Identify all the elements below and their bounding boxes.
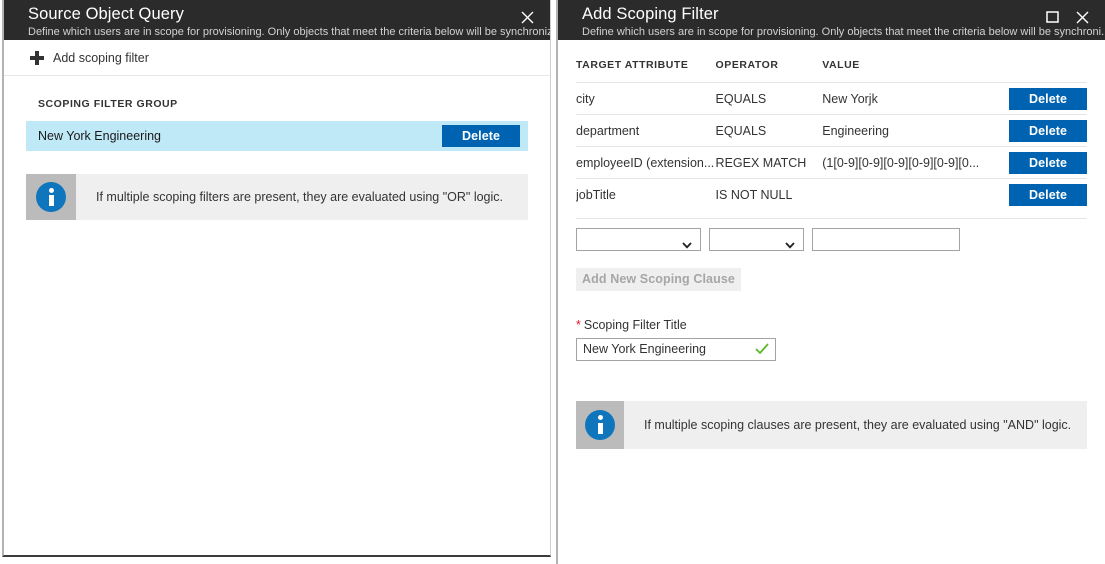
- cell-actions: Delete: [984, 147, 1087, 179]
- scoping-filter-group-caption: SCOPING FILTER GROUP: [26, 76, 528, 121]
- table-row: department EQUALS Engineering Delete: [576, 115, 1087, 147]
- table-row: employeeID (extension... REGEX MATCH (1[…: [576, 147, 1087, 179]
- add-scoping-filter-label: Add scoping filter: [53, 51, 149, 65]
- operator-select-wrap: [709, 228, 804, 251]
- add-scoping-filter-blade: Add Scoping Filter Define which users ar…: [556, 0, 1105, 564]
- scoping-filter-title-field-wrap: [576, 338, 776, 361]
- scoping-filter-group-name: New York Engineering: [38, 129, 442, 143]
- scoping-clauses-table: TARGET ATTRIBUTE OPERATOR VALUE city EQU…: [576, 40, 1087, 211]
- right-blade-header: Add Scoping Filter Define which users ar…: [558, 0, 1105, 40]
- cell-operator: REGEX MATCH: [716, 147, 823, 179]
- table-body: city EQUALS New Yorjk Delete department …: [576, 83, 1087, 211]
- add-scoping-filter-button[interactable]: Add scoping filter: [4, 40, 550, 76]
- scoping-filter-title-label: *Scoping Filter Title: [576, 318, 1087, 332]
- cell-target-attribute: jobTitle: [576, 179, 716, 211]
- close-button[interactable]: [1069, 4, 1095, 30]
- scoping-filter-title-input[interactable]: [576, 338, 776, 361]
- close-button[interactable]: [514, 4, 540, 30]
- left-blade-body: SCOPING FILTER GROUP New York Engineerin…: [4, 76, 550, 220]
- right-blade-body: TARGET ATTRIBUTE OPERATOR VALUE city EQU…: [558, 40, 1105, 449]
- table-row: jobTitle IS NOT NULL Delete: [576, 179, 1087, 211]
- left-blade-title: Source Object Query: [28, 5, 550, 24]
- cell-value: New Yorjk: [822, 83, 984, 115]
- new-clause-row: [576, 218, 1087, 251]
- info-icon-container: [576, 401, 624, 449]
- attribute-select-wrap: [576, 228, 701, 251]
- cell-operator: EQUALS: [716, 115, 823, 147]
- close-icon: [1076, 11, 1089, 24]
- cell-actions: Delete: [984, 179, 1087, 211]
- table-header-row: TARGET ATTRIBUTE OPERATOR VALUE: [576, 40, 1087, 83]
- right-blade-title: Add Scoping Filter: [582, 5, 1105, 24]
- cell-operator: IS NOT NULL: [716, 179, 823, 211]
- and-logic-info-box: If multiple scoping clauses are present,…: [576, 401, 1087, 449]
- cell-target-attribute: employeeID (extension...: [576, 147, 716, 179]
- cell-operator: EQUALS: [716, 83, 823, 115]
- left-blade-header: Source Object Query Define which users a…: [4, 0, 550, 40]
- cell-value: (1[0-9][0-9][0-9][0-9][0-9][0...: [822, 147, 984, 179]
- table-row: city EQUALS New Yorjk Delete: [576, 83, 1087, 115]
- column-header-target-attribute: TARGET ATTRIBUTE: [576, 40, 716, 83]
- app-root: Source Object Query Define which users a…: [0, 0, 1105, 564]
- left-blade-subtitle: Define which users are in scope for prov…: [28, 25, 550, 39]
- or-logic-info-text: If multiple scoping filters are present,…: [76, 174, 515, 220]
- delete-clause-button[interactable]: Delete: [1009, 152, 1087, 174]
- maximize-icon: [1046, 11, 1059, 23]
- column-header-actions: [984, 40, 1087, 83]
- column-header-operator: OPERATOR: [716, 40, 823, 83]
- delete-clause-button[interactable]: Delete: [1009, 184, 1087, 206]
- or-logic-info-box: If multiple scoping filters are present,…: [26, 174, 528, 220]
- column-header-value: VALUE: [822, 40, 984, 83]
- cell-value: Engineering: [822, 115, 984, 147]
- delete-scoping-filter-button[interactable]: Delete: [442, 125, 520, 147]
- cell-actions: Delete: [984, 83, 1087, 115]
- delete-clause-button[interactable]: Delete: [1009, 88, 1087, 110]
- add-new-scoping-clause-button[interactable]: Add New Scoping Clause: [576, 268, 741, 291]
- value-input[interactable]: [812, 228, 960, 251]
- maximize-button[interactable]: [1039, 4, 1065, 30]
- cell-target-attribute: department: [576, 115, 716, 147]
- close-icon: [521, 11, 534, 24]
- info-icon: [36, 182, 66, 212]
- source-object-query-blade: Source Object Query Define which users a…: [2, 0, 551, 557]
- and-logic-info-text: If multiple scoping clauses are present,…: [624, 401, 1083, 449]
- operator-select[interactable]: [709, 228, 804, 251]
- cell-value: [822, 179, 984, 211]
- cell-target-attribute: city: [576, 83, 716, 115]
- target-attribute-select[interactable]: [576, 228, 701, 251]
- info-icon: [585, 410, 615, 440]
- info-icon-container: [26, 174, 76, 220]
- delete-clause-button[interactable]: Delete: [1009, 120, 1087, 142]
- table-header: TARGET ATTRIBUTE OPERATOR VALUE: [576, 40, 1087, 83]
- right-blade-subtitle: Define which users are in scope for prov…: [582, 25, 1105, 39]
- required-marker: *: [576, 318, 581, 332]
- cell-actions: Delete: [984, 115, 1087, 147]
- scoping-filter-group-row[interactable]: New York Engineering Delete: [26, 121, 528, 151]
- scoping-filter-title-label-text: Scoping Filter Title: [584, 318, 687, 332]
- plus-icon: [30, 51, 44, 65]
